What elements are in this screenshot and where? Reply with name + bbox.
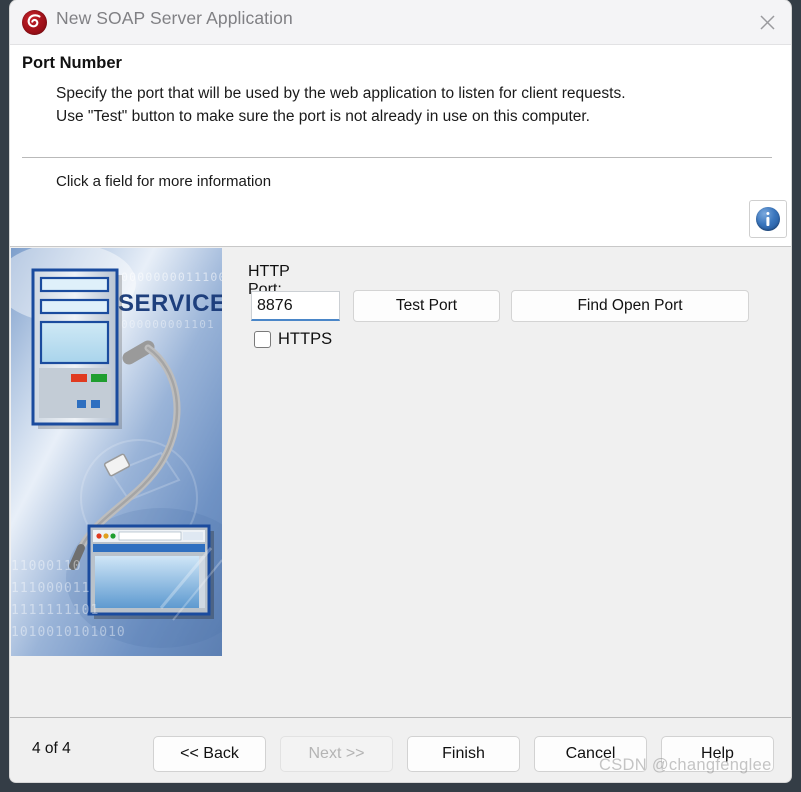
divider	[22, 157, 772, 158]
info-button[interactable]	[749, 200, 787, 238]
window-title: New SOAP Server Application	[56, 8, 293, 28]
https-checkbox[interactable]	[254, 331, 271, 348]
back-button[interactable]: << Back	[153, 736, 266, 772]
find-open-port-button[interactable]: Find Open Port	[511, 290, 749, 322]
finish-button[interactable]: Finish	[407, 736, 520, 772]
svg-text:1010010101010: 1010010101010	[11, 625, 126, 640]
wizard-illustration: 0000000011100 000000001101 SERVICE 11000…	[11, 248, 222, 656]
dialog-window: New SOAP Server Application Port Number …	[10, 0, 791, 782]
close-icon[interactable]	[743, 0, 791, 44]
description-line-2: Use "Test" button to make sure the port …	[56, 108, 590, 125]
watermark: CSDN @changfenglee	[599, 756, 772, 774]
field-hint-text: Click a field for more information	[56, 173, 272, 190]
content-area: 0000000011100 000000001101 SERVICE 11000…	[10, 248, 791, 717]
title-bar: New SOAP Server Application	[10, 0, 791, 45]
svg-text:SERVICE: SERVICE	[118, 290, 222, 317]
info-icon	[756, 207, 780, 231]
svg-text:11000110: 11000110	[11, 559, 82, 574]
next-button: Next >>	[280, 736, 393, 772]
snail-shell-logo-icon	[22, 10, 47, 35]
page-title: Port Number	[22, 54, 122, 72]
test-port-button[interactable]: Test Port	[353, 290, 500, 322]
svg-text:0000000011100: 0000000011100	[121, 270, 222, 284]
http-port-input[interactable]	[251, 291, 340, 321]
page-description: Specify the port that will be used by th…	[56, 82, 756, 128]
https-label: HTTPS	[278, 330, 333, 348]
page-count: 4 of 4	[32, 740, 71, 757]
header-panel: Port Number Specify the port that will b…	[10, 45, 791, 247]
svg-text:111000011: 111000011	[11, 581, 90, 596]
description-line-1: Specify the port that will be used by th…	[56, 85, 626, 102]
svg-text:1111111101: 1111111101	[11, 603, 99, 618]
svg-text:000000001101: 000000001101	[121, 318, 215, 331]
https-checkbox-row[interactable]: HTTPS	[254, 330, 332, 349]
